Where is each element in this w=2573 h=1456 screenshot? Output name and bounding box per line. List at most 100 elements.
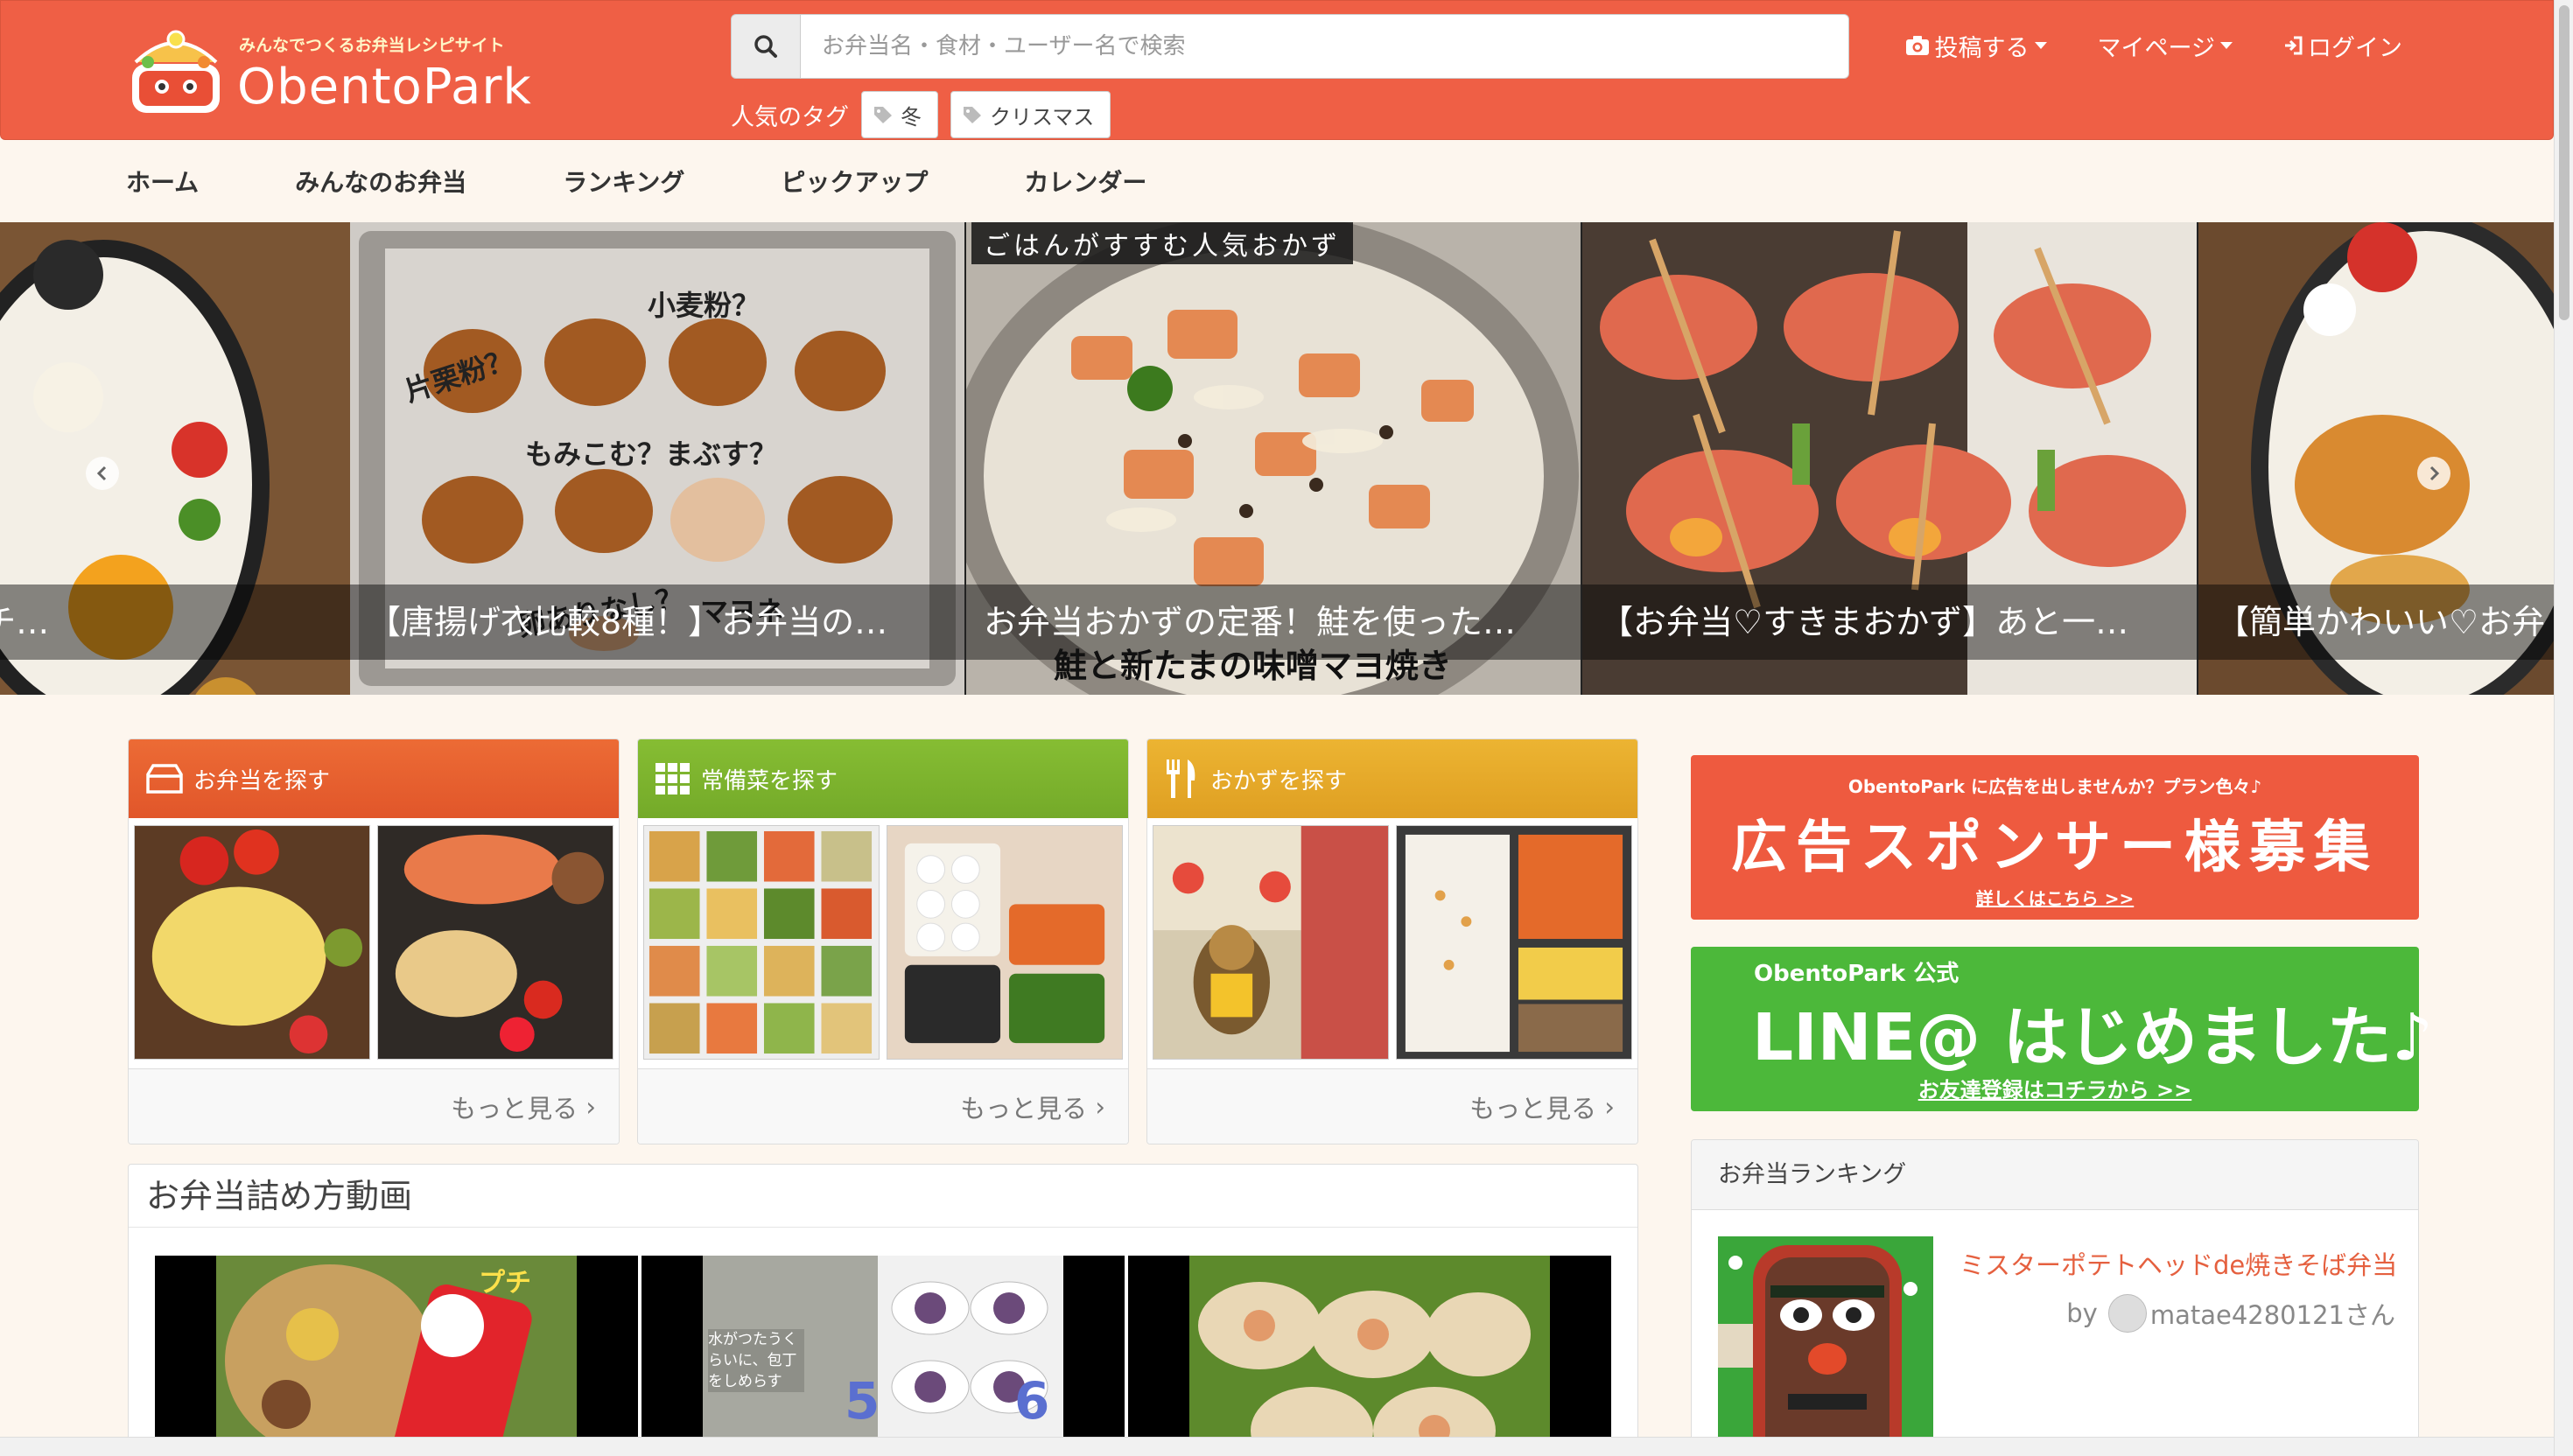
nav-item-home[interactable]: ホーム [126, 164, 199, 199]
logo-tagline: みんなでつくるお弁当レシピサイト [239, 36, 505, 55]
nav-item-calendar[interactable]: カレンダー [1024, 164, 1146, 199]
post-menu[interactable]: 投稿する [1905, 29, 2047, 63]
slide-subtitle: 鮭と新たまの味噌マヨ焼き [1054, 647, 1452, 685]
carousel-slide[interactable]: 小麦粉？ 片栗粉？ もみこむ？まぶす？ 卵ありなし？ マヨネ 【唐揚げ衣比較8種… [350, 222, 964, 695]
chevron-right-icon: › [1596, 1091, 1615, 1122]
tag-icon [964, 107, 981, 123]
category-header[interactable]: お弁当を探す [129, 739, 619, 818]
category-thumbnail[interactable] [1396, 825, 1632, 1060]
slide-caption: 【簡単かわいい♡お弁 [2198, 584, 2554, 660]
bento-ranking-panel: お弁当ランキング ミスターポテトヘッドde焼きそば弁当 by matae4280… [1691, 1139, 2419, 1456]
ranking-item-title[interactable]: ミスターポテトヘッドde焼きそば弁当 [1960, 1245, 2397, 1282]
see-more-link[interactable]: もっと見る › [129, 1068, 619, 1144]
carousel-slide[interactable]: ごはんがすすむ人気おかず お弁当おかずの定番！鮭を使った… 鮭と新たまの味噌マヨ… [966, 222, 1581, 695]
see-more-label: もっと見る [451, 1093, 578, 1124]
chevron-right-icon: › [578, 1091, 596, 1122]
mypage-menu[interactable]: マイページ [2098, 29, 2233, 63]
category-card-jobisai: 常備菜を探す もっと見る › [637, 738, 1129, 1144]
video-panel-title: お弁当詰め方動画 [129, 1165, 1637, 1228]
category-thumbnail[interactable] [643, 825, 880, 1060]
ranking-thumbnail[interactable] [1718, 1236, 1933, 1456]
video-thumbnail[interactable] [1128, 1256, 1611, 1456]
sponsor-ad-banner[interactable]: ObentoPark に広告を出しませんか？プラン色々♪ 広告スポンサー様募集 … [1691, 755, 2419, 920]
ad-link[interactable]: お友達登録はコチラから >> [1691, 1073, 2419, 1103]
category-thumbnail[interactable] [134, 825, 370, 1060]
popular-tags-label: 人気のタグ [731, 103, 849, 131]
by-label: by [2066, 1298, 2098, 1328]
category-title: おかずを探す [1210, 767, 1348, 794]
login-label: ログイン [2308, 34, 2402, 62]
category-title: お弁当を探す [193, 767, 331, 794]
nav-item-pickup[interactable]: ピックアップ [781, 164, 928, 199]
video-thumb-label: プチ [479, 1268, 531, 1298]
category-header[interactable]: おかずを探す [1147, 739, 1637, 818]
video-thumbnail[interactable]: プチ [155, 1256, 638, 1456]
avatar [2107, 1294, 2147, 1333]
slide-banner: ごはんがすすむ人気おかず [971, 222, 1353, 264]
slide-caption: 【唐揚げ衣比較8種！】お弁当の… [350, 584, 964, 660]
video-thumb-step: 6 [1014, 1371, 1050, 1431]
video-thumbnail[interactable]: 水がつたうくらいに、包丁をしめらす 5 6 [641, 1256, 1125, 1456]
horizontal-scrollbar[interactable] [0, 1437, 2554, 1456]
logo-name: ObentoPark [237, 59, 532, 116]
site-logo[interactable]: みんなでつくるお弁当レシピサイト ObentoPark [123, 20, 531, 125]
ad-link[interactable]: 詳しくはこちら >> [1691, 885, 2419, 910]
chevron-down-icon [2034, 42, 2047, 49]
search-icon [754, 35, 777, 58]
nav-item-everyone-bento[interactable]: みんなのお弁当 [295, 164, 466, 199]
search-button[interactable] [731, 14, 801, 79]
popular-tags: 人気のタグ 冬 クリスマス [731, 90, 1123, 139]
post-menu-label: 投稿する [1934, 34, 2030, 62]
chevron-right-icon: › [1087, 1091, 1105, 1122]
ranking-item-author[interactable]: by matae4280121さん [2066, 1294, 2395, 1333]
carousel-prev-button[interactable] [86, 457, 119, 490]
category-thumbnail[interactable] [887, 825, 1123, 1060]
see-more-label: もっと見る [960, 1093, 1088, 1124]
featured-carousel: ♡お弁当】レンチ… 小麦粉？ 片栗粉？ もみこむ？まぶす？ 卵ありなし？ マヨネ… [0, 222, 2554, 695]
slide-caption: ♡お弁当】レンチ… [0, 584, 350, 660]
grid-icon [656, 763, 690, 794]
line-ad-banner[interactable]: ObentoPark 公式 LINE@ はじめました♪ お友達登録はコチラから … [1691, 947, 2433, 1111]
chevron-right-icon [2429, 466, 2440, 481]
carousel-next-button[interactable] [2417, 457, 2450, 490]
search-input[interactable] [801, 14, 1849, 79]
user-nav: 投稿する マイページ ログイン [1854, 24, 2402, 67]
main-nav: ホーム みんなのお弁当 ランキング ピックアップ カレンダー [0, 140, 2554, 222]
vertical-scrollbar[interactable] [2554, 0, 2573, 1456]
category-thumbnail[interactable] [377, 825, 613, 1060]
see-more-link[interactable]: もっと見る › [638, 1068, 1128, 1144]
login-icon [2285, 36, 2303, 55]
category-header[interactable]: 常備菜を探す [638, 739, 1128, 818]
see-more-label: もっと見る [1469, 1093, 1597, 1124]
bento-mascot-icon [132, 30, 220, 113]
tag-icon [874, 107, 892, 123]
mypage-menu-label: マイページ [2097, 34, 2215, 62]
video-thumb-step: 5 [845, 1371, 880, 1431]
category-thumbnail[interactable] [1153, 825, 1389, 1060]
video-list: プチ 水がつたうくらいに、包丁をしめらす 5 6 [155, 1256, 1611, 1456]
slide-caption: 【お弁当♡すきまおかず】あと一… [1582, 584, 2197, 660]
ad-subtext: ObentoPark 公式 [1754, 961, 1960, 987]
carousel-slide[interactable]: 【簡単かわいい♡お弁 [2198, 222, 2554, 695]
ad-headline: LINE@ はじめました♪ [1752, 1000, 2434, 1075]
chevron-down-icon [2220, 42, 2233, 49]
category-thumbnails [638, 818, 1128, 1067]
carousel-slide[interactable]: ♡お弁当】レンチ… [0, 222, 350, 695]
login-link[interactable]: ログイン [2283, 29, 2402, 63]
slide-handwritten-text: もみこむ？まぶす？ [525, 438, 778, 471]
category-card-okazu: おかずを探す もっと見る › [1146, 738, 1638, 1144]
tag-winter[interactable]: 冬 [861, 91, 938, 138]
ranking-item[interactable]: ミスターポテトヘッドde焼きそば弁当 by matae4280121さん [1718, 1236, 2401, 1456]
see-more-link[interactable]: もっと見る › [1147, 1068, 1637, 1144]
ranking-title: お弁当ランキング [1692, 1140, 2418, 1210]
ad-subtext: ObentoPark に広告を出しませんか？プラン色々♪ [1847, 776, 2262, 797]
video-panel: お弁当詰め方動画 プチ 水がつたうくらいに、包丁をしめらす 5 6 [128, 1164, 1638, 1456]
chevron-left-icon [96, 466, 107, 481]
category-card-bento: お弁当を探す もっと見る › [128, 738, 620, 1144]
category-thumbnails [1147, 818, 1637, 1067]
category-thumbnails [129, 818, 619, 1067]
scrollbar-thumb[interactable] [2559, 5, 2569, 320]
carousel-slide[interactable]: 【お弁当♡すきまおかず】あと一… [1582, 222, 2197, 695]
tag-christmas[interactable]: クリスマス [950, 91, 1111, 138]
nav-item-ranking[interactable]: ランキング [563, 164, 684, 199]
